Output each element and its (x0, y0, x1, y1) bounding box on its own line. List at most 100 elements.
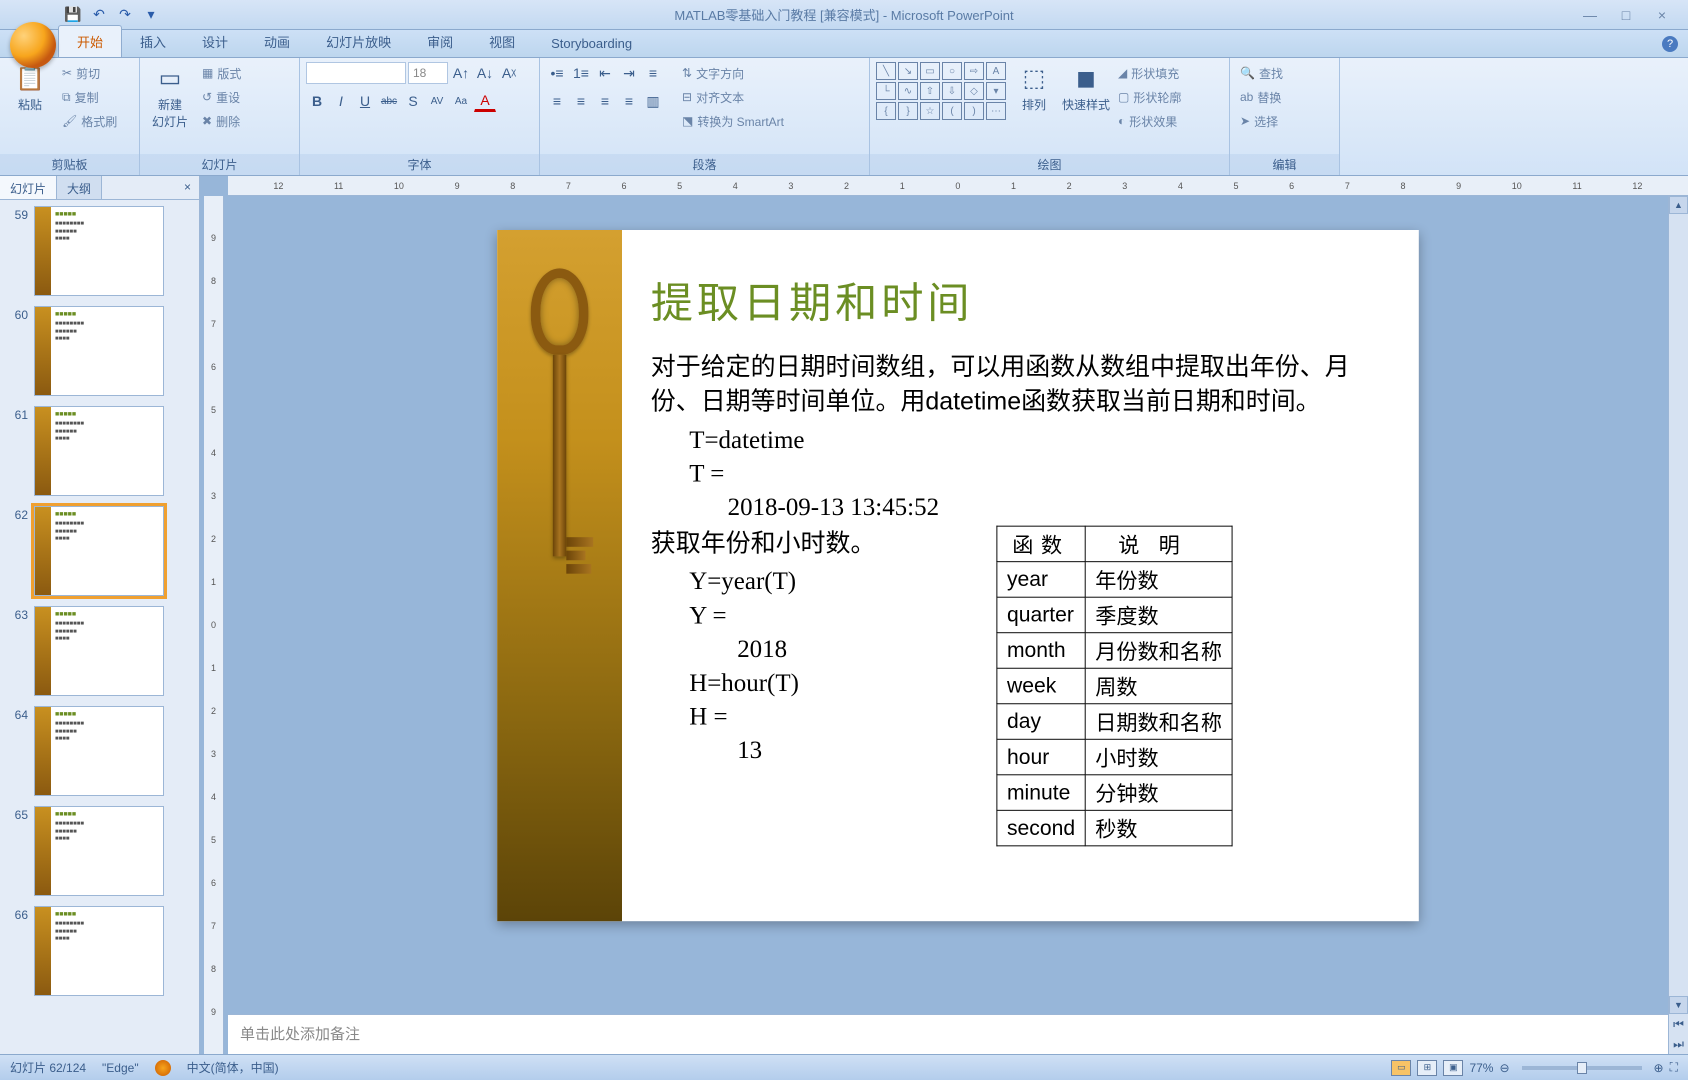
thumbnail-row[interactable]: 61■■■■■■■■■■■■■■■■■■■■■■■ (6, 406, 193, 496)
spacing-button[interactable]: AV (426, 90, 448, 112)
shape-brace-icon[interactable]: { (876, 102, 896, 120)
decrease-font-button[interactable]: A↓ (474, 62, 496, 84)
columns-button[interactable]: ▥ (642, 90, 664, 112)
sorter-view-button[interactable]: ⊞ (1417, 1060, 1437, 1076)
italic-button[interactable]: I (330, 90, 352, 112)
minimize-button[interactable]: — (1576, 7, 1604, 23)
close-panel-button[interactable]: × (176, 176, 199, 199)
shadow-button[interactable]: S (402, 90, 424, 112)
zoom-slider[interactable] (1522, 1066, 1642, 1070)
language-label[interactable]: 中文(简体，中国) (187, 1059, 279, 1076)
tab-insert[interactable]: 插入 (122, 26, 184, 57)
tab-slides[interactable]: 幻灯片 (0, 176, 57, 199)
thumbnail-row[interactable]: 63■■■■■■■■■■■■■■■■■■■■■■■ (6, 606, 193, 696)
canvas-area[interactable]: 提取日期和时间 对于给定的日期时间数组，可以用函数从数组中提取出年份、月份、日期… (228, 196, 1688, 1014)
normal-view-button[interactable]: ▭ (1391, 1060, 1411, 1076)
zoom-out-button[interactable]: ⊖ (1499, 1061, 1509, 1075)
clear-format-button[interactable]: Aᵡ (498, 62, 520, 84)
text-direction-button[interactable]: ⇅文字方向 (678, 62, 788, 84)
numbering-button[interactable]: 1≡ (570, 62, 592, 84)
tab-storyboarding[interactable]: Storyboarding (533, 30, 650, 57)
font-size-combo[interactable]: 18 (408, 62, 448, 84)
align-right-button[interactable]: ≡ (594, 90, 616, 112)
shapes-gallery[interactable]: ╲↘▭○⇨A └∿⇧⇩◇▾ {}☆()⋯ (876, 62, 1006, 120)
font-family-combo[interactable] (306, 62, 406, 84)
thumbnail-row[interactable]: 62■■■■■■■■■■■■■■■■■■■■■■■ (6, 506, 193, 596)
line-spacing-button[interactable]: ≡ (642, 62, 664, 84)
shape-arrow2-icon[interactable]: ⇨ (964, 62, 984, 80)
vertical-scrollbar[interactable]: ▲ ▼ ⏮ ⏭ (1668, 196, 1688, 1054)
qat-dropdown[interactable]: ▾ (140, 4, 162, 26)
align-text-button[interactable]: ⊟对齐文本 (678, 86, 788, 108)
thumbnail-row[interactable]: 64■■■■■■■■■■■■■■■■■■■■■■■ (6, 706, 193, 796)
arrange-button[interactable]: ⬚ 排列 (1010, 62, 1058, 113)
align-left-button[interactable]: ≡ (546, 90, 568, 112)
shape-oval-icon[interactable]: ○ (942, 62, 962, 80)
thumbnail[interactable]: ■■■■■■■■■■■■■■■■■■■■■■■ (34, 506, 164, 596)
zoom-thumb[interactable] (1577, 1062, 1587, 1074)
thumbnail-row[interactable]: 65■■■■■■■■■■■■■■■■■■■■■■■ (6, 806, 193, 896)
bold-button[interactable]: B (306, 90, 328, 112)
maximize-button[interactable]: □ (1612, 7, 1640, 23)
shape-outline-button[interactable]: ▢形状轮廓 (1114, 86, 1185, 108)
copy-button[interactable]: ⧉复制 (58, 86, 121, 108)
select-button[interactable]: ➤选择 (1236, 110, 1287, 132)
strike-button[interactable]: abc (378, 90, 400, 112)
layout-button[interactable]: ▦版式 (198, 62, 245, 84)
shape-line-icon[interactable]: ╲ (876, 62, 896, 80)
redo-button[interactable]: ↷ (114, 4, 136, 26)
shape-arrow3-icon[interactable]: ⇧ (920, 82, 940, 100)
tab-slideshow[interactable]: 幻灯片放映 (308, 26, 409, 57)
tab-animations[interactable]: 动画 (246, 26, 308, 57)
tab-view[interactable]: 视图 (471, 26, 533, 57)
next-slide-button[interactable]: ⏭ (1669, 1034, 1688, 1054)
shape-elbow-icon[interactable]: └ (876, 82, 896, 100)
cut-button[interactable]: ✂剪切 (58, 62, 121, 84)
format-painter-button[interactable]: 🖌格式刷 (58, 110, 121, 132)
tab-review[interactable]: 审阅 (409, 26, 471, 57)
shape-paren-icon[interactable]: ( (942, 102, 962, 120)
thumbnail[interactable]: ■■■■■■■■■■■■■■■■■■■■■■■ (34, 206, 164, 296)
close-button[interactable]: × (1648, 7, 1676, 23)
indent-inc-button[interactable]: ⇥ (618, 62, 640, 84)
thumbnail[interactable]: ■■■■■■■■■■■■■■■■■■■■■■■ (34, 706, 164, 796)
scroll-up-button[interactable]: ▲ (1669, 196, 1688, 214)
tab-outline[interactable]: 大纲 (57, 176, 102, 199)
thumbnail-list[interactable]: 59■■■■■■■■■■■■■■■■■■■■■■■60■■■■■■■■■■■■■… (0, 200, 199, 1054)
notes-pane[interactable]: 单击此处添加备注 (228, 1014, 1688, 1054)
replace-button[interactable]: ab替换 (1236, 86, 1287, 108)
shape-arrow4-icon[interactable]: ⇩ (942, 82, 962, 100)
scroll-down-button[interactable]: ▼ (1669, 996, 1688, 1014)
reset-button[interactable]: ↺重设 (198, 86, 245, 108)
zoom-in-button[interactable]: ⊕ (1654, 1061, 1664, 1075)
convert-smartart-button[interactable]: ⬔转换为 SmartArt (678, 110, 788, 132)
fit-window-button[interactable]: ⛶ (1670, 1060, 1678, 1075)
increase-font-button[interactable]: A↑ (450, 62, 472, 84)
tab-design[interactable]: 设计 (184, 26, 246, 57)
thumbnail-row[interactable]: 66■■■■■■■■■■■■■■■■■■■■■■■ (6, 906, 193, 996)
tab-home[interactable]: 开始 (58, 25, 122, 57)
shape-curve-icon[interactable]: ∿ (898, 82, 918, 100)
justify-button[interactable]: ≡ (618, 90, 640, 112)
shape-brace2-icon[interactable]: } (898, 102, 918, 120)
quick-styles-button[interactable]: ◼ 快速样式 (1062, 62, 1110, 113)
shape-star-icon[interactable]: ☆ (920, 102, 940, 120)
help-button[interactable]: ? (1662, 36, 1678, 52)
thumbnail[interactable]: ■■■■■■■■■■■■■■■■■■■■■■■ (34, 306, 164, 396)
thumbnail[interactable]: ■■■■■■■■■■■■■■■■■■■■■■■ (34, 806, 164, 896)
align-center-button[interactable]: ≡ (570, 90, 592, 112)
bullets-button[interactable]: •≡ (546, 62, 568, 84)
find-button[interactable]: 🔍查找 (1236, 62, 1287, 84)
shape-diamond-icon[interactable]: ◇ (964, 82, 984, 100)
font-color-button[interactable]: A (474, 90, 496, 112)
thumbnail[interactable]: ■■■■■■■■■■■■■■■■■■■■■■■ (34, 906, 164, 996)
undo-button[interactable]: ↶ (88, 4, 110, 26)
indent-dec-button[interactable]: ⇤ (594, 62, 616, 84)
delete-button[interactable]: ✖删除 (198, 110, 245, 132)
shape-expand-icon[interactable]: ⋯ (986, 102, 1006, 120)
paste-button[interactable]: 📋 粘贴 (6, 62, 54, 113)
prev-slide-button[interactable]: ⏮ (1669, 1014, 1688, 1034)
shape-effects-button[interactable]: ◐形状效果 (1114, 110, 1185, 132)
shape-arrow-icon[interactable]: ↘ (898, 62, 918, 80)
slideshow-view-button[interactable]: ▣ (1443, 1060, 1463, 1076)
